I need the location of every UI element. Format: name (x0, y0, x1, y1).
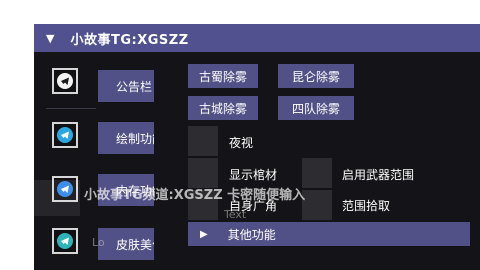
kunlun-defog-button[interactable]: 昆仑除雾 (278, 64, 354, 88)
range-pickup-checkbox[interactable] (302, 190, 332, 220)
night-vision-label: 夜视 (229, 136, 254, 150)
show-coffin-label: 显示棺材 (229, 168, 278, 182)
gucheng-defog-button[interactable]: 古城除雾 (188, 96, 258, 120)
telegram-icon (52, 68, 78, 94)
sidebar-item-draw[interactable]: 绘制功能 (98, 122, 154, 154)
other-functions-label: 其他功能 (227, 227, 276, 242)
gushu-defog-button[interactable]: 古蜀除雾 (188, 64, 258, 88)
wide-angle-checkbox[interactable] (188, 190, 218, 220)
weapon-range-checkbox[interactable] (302, 158, 332, 188)
range-pickup-label: 范围拾取 (342, 199, 391, 213)
team4-defog-button[interactable]: 四队除雾 (278, 96, 354, 120)
overlay-ghost (34, 180, 80, 216)
sidebar-item-label: 内存功能 (116, 183, 154, 198)
show-coffin-checkbox[interactable] (188, 158, 218, 188)
night-vision-checkbox[interactable] (188, 126, 218, 156)
overlay-sub-left: Lo (92, 236, 105, 249)
sidebar-item-announcement[interactable]: 公告栏 (98, 70, 154, 102)
menu-panel: ▼ 小故事TG:XGSZZ 公告栏 绘制功能 内存功能 皮肤美化 古蜀除雾 昆仑… (34, 24, 480, 270)
sidebar-item-label: 皮肤美化 (116, 237, 154, 252)
sidebar-item-memory[interactable]: 内存功能 (98, 174, 154, 206)
menu-title: 小故事TG:XGSZZ (70, 32, 189, 48)
expand-triangle-icon: ▶ (200, 228, 208, 240)
telegram-icon (52, 122, 78, 148)
overlay-sub-text: Text (224, 208, 247, 221)
other-functions-header[interactable]: ▶ 其他功能 (188, 222, 470, 246)
sidebar-item-skin[interactable]: 皮肤美化 (98, 228, 154, 260)
sidebar-divider (46, 108, 96, 109)
collapse-triangle-icon[interactable]: ▼ (46, 32, 54, 45)
sidebar-item-label: 绘制功能 (116, 131, 154, 146)
sidebar-item-label: 公告栏 (116, 79, 153, 94)
telegram-icon (52, 228, 78, 254)
title-bar[interactable]: ▼ 小故事TG:XGSZZ (34, 24, 480, 52)
weapon-range-label: 启用武器范围 (342, 168, 415, 182)
